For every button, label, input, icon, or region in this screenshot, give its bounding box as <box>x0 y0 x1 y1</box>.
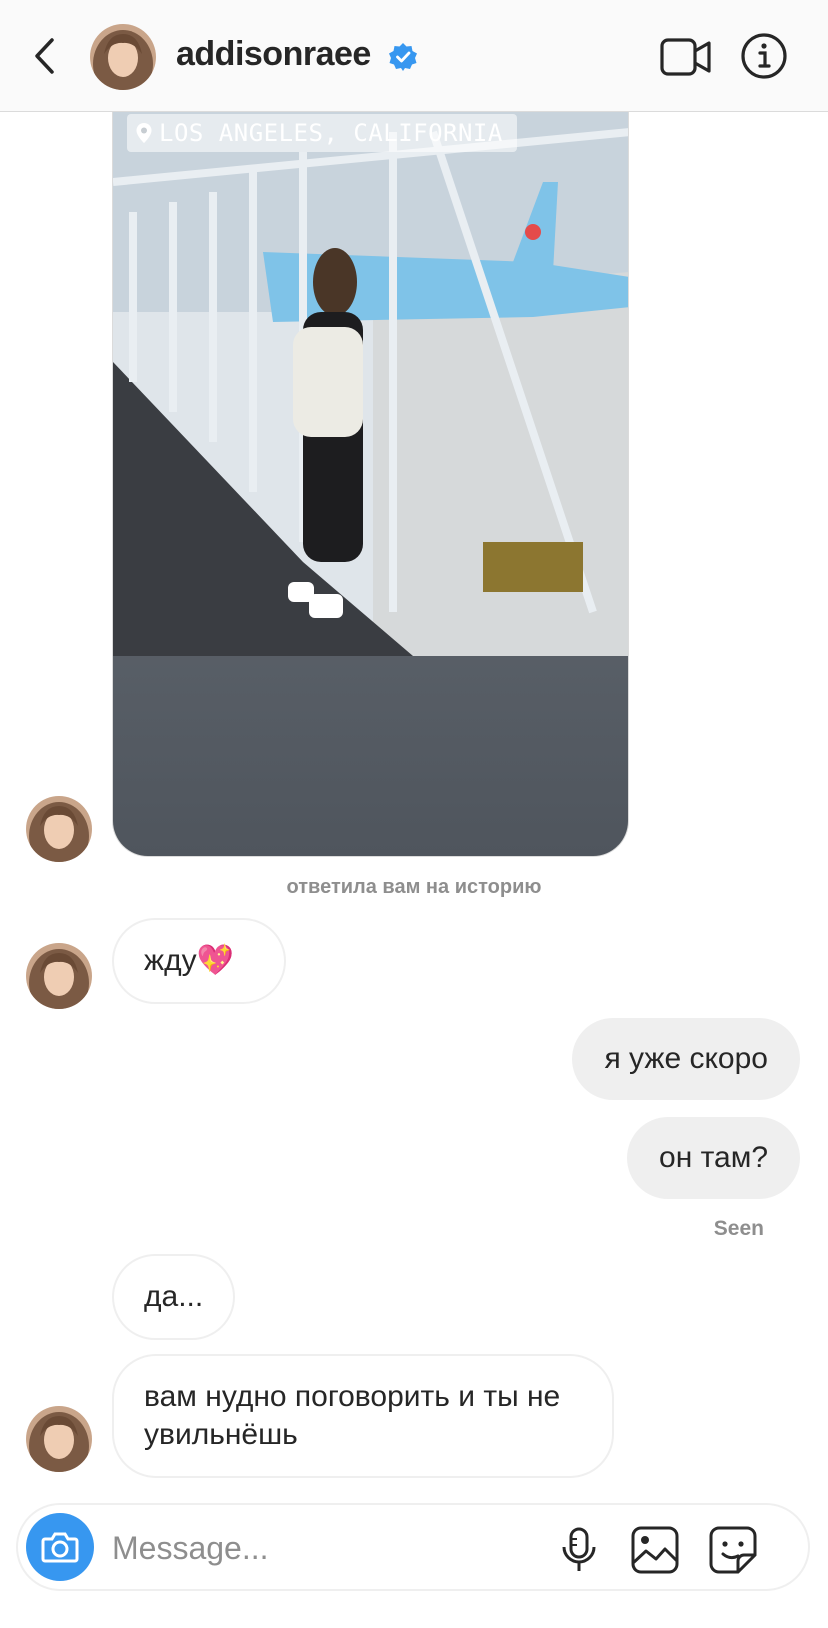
message-bubble-outgoing[interactable]: я уже скоро <box>572 1018 800 1100</box>
video-camera-icon <box>660 38 711 76</box>
message-text: да... <box>144 1280 204 1313</box>
message-bubble-outgoing[interactable]: он там? <box>627 1117 800 1199</box>
gallery-button[interactable] <box>630 1525 680 1575</box>
video-call-button[interactable] <box>660 36 712 78</box>
message-text: я уже скоро <box>604 1042 768 1075</box>
story-reply-card[interactable]: LOS ANGELES, CALIFORNIA <box>112 112 629 857</box>
info-icon <box>741 33 787 79</box>
voice-message-button[interactable] <box>554 1525 604 1575</box>
message-text: вам нудно поговорить и ты не увильнёшь <box>144 1380 561 1451</box>
message-composer <box>16 1503 810 1591</box>
sticker-icon <box>709 1526 757 1574</box>
camera-icon <box>41 1532 79 1563</box>
story-reply-caption: ответила вам на историю <box>286 876 542 898</box>
sender-avatar[interactable] <box>26 796 92 862</box>
sender-avatar[interactable] <box>26 943 92 1009</box>
message-input[interactable] <box>110 1523 534 1573</box>
camera-button[interactable] <box>26 1513 94 1581</box>
message-bubble-incoming[interactable]: жду💖 <box>112 918 286 1004</box>
gallery-icon <box>631 1526 679 1574</box>
location-label: LOS ANGELES, CALIFORNIA <box>159 119 503 147</box>
message-bubble-incoming[interactable]: вам нудно поговорить и ты не увильнёшь <box>112 1354 614 1478</box>
sticker-button[interactable] <box>708 1525 758 1575</box>
seen-status: Seen <box>713 1217 764 1240</box>
chevron-left-icon <box>35 38 54 74</box>
message-text: он там? <box>659 1141 768 1174</box>
sender-avatar[interactable] <box>26 1406 92 1472</box>
verified-badge-icon <box>389 43 417 71</box>
info-button[interactable] <box>740 32 788 80</box>
back-button[interactable] <box>28 34 64 78</box>
profile-avatar[interactable] <box>90 24 156 90</box>
chat-username[interactable]: addisonraee <box>176 35 371 74</box>
microphone-icon <box>562 1527 596 1571</box>
story-image <box>113 112 628 656</box>
message-text: жду💖 <box>144 944 234 977</box>
message-bubble-incoming[interactable]: да... <box>112 1254 236 1340</box>
location-pin-icon <box>136 123 152 143</box>
location-tag[interactable]: LOS ANGELES, CALIFORNIA <box>127 114 517 152</box>
chat-header: addisonraee <box>0 0 828 112</box>
